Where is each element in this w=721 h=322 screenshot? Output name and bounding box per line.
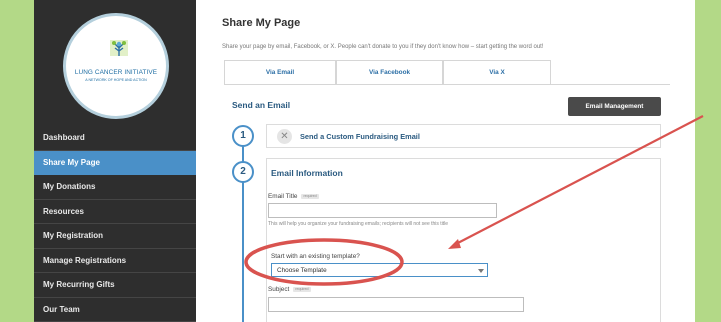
sidebar-item-dashboard[interactable]: Dashboard (34, 126, 196, 151)
email-information-title: Email Information (271, 168, 343, 178)
template-label: Start with an existing template? (271, 253, 360, 260)
sidebar-item-share-my-page[interactable]: Share My Page (34, 150, 196, 175)
tab-via-x[interactable]: Via X (443, 60, 551, 84)
tabs-divider (224, 84, 670, 85)
main-content: Share My Page Share your page by email, … (196, 0, 695, 322)
page-title: Share My Page (222, 17, 301, 29)
email-management-button[interactable]: Email Management (568, 97, 661, 116)
sidebar-item-resources[interactable]: Resources (34, 200, 196, 224)
sidebar-item-my-registration[interactable]: My Registration (34, 224, 196, 249)
logo-name: LUNG CANCER INITIATIVE (74, 69, 158, 76)
template-select-value: Choose Template (277, 267, 327, 274)
logo-tagline: A NETWORK OF HOPE AND ACTION (85, 78, 147, 82)
logo: LUNG CANCER INITIATIVE A NETWORK OF HOPE… (63, 13, 169, 119)
template-select[interactable]: Choose Template (271, 263, 488, 277)
sidebar-nav: Dashboard Share My Page My Donations Res… (34, 126, 196, 322)
right-frame-border (695, 0, 721, 322)
tree-icon (110, 40, 128, 56)
sidebar-item-my-donations[interactable]: My Donations (34, 175, 196, 200)
section-title: Send an Email (232, 100, 291, 110)
subject-label: Subject required (268, 286, 311, 293)
email-title-help: This will help you organize your fundrai… (268, 221, 449, 227)
chevron-down-icon (478, 269, 484, 273)
step-number-1: 1 (232, 125, 254, 147)
email-title-input[interactable] (268, 203, 497, 218)
custom-email-card[interactable]: ✕ Send a Custom Fundraising Email (266, 124, 661, 148)
page-subtitle: Share your page by email, Facebook, or X… (222, 44, 544, 50)
sidebar-item-my-recurring-gifts[interactable]: My Recurring Gifts (34, 273, 196, 298)
left-frame-border (0, 0, 34, 322)
sidebar-item-manage-registrations[interactable]: Manage Registrations (34, 249, 196, 273)
email-title-label: Email Title required (268, 193, 319, 200)
subject-input[interactable] (268, 297, 524, 312)
sidebar: LUNG CANCER INITIATIVE A NETWORK OF HOPE… (34, 0, 196, 322)
tab-via-facebook[interactable]: Via Facebook (336, 60, 443, 84)
custom-email-label[interactable]: Send a Custom Fundraising Email (300, 132, 420, 141)
tab-via-email[interactable]: Via Email (224, 60, 336, 84)
step-number-2: 2 (232, 161, 254, 183)
required-badge: required (301, 193, 319, 199)
sidebar-item-our-team[interactable]: Our Team (34, 298, 196, 322)
subject-required-badge: required (293, 286, 311, 292)
close-icon[interactable]: ✕ (277, 129, 292, 144)
